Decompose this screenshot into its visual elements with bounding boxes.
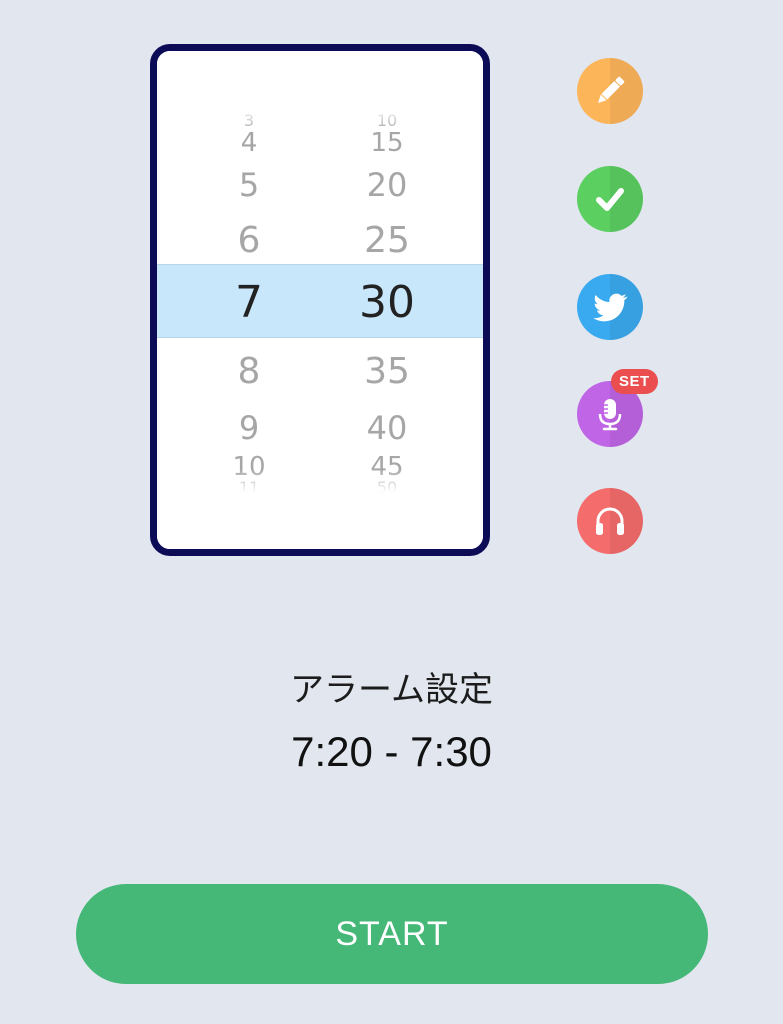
minute-option[interactable]: 20: [307, 169, 467, 201]
edit-button[interactable]: [577, 58, 643, 124]
hour-option[interactable]: 11: [169, 480, 329, 496]
twitter-bird-icon: [593, 293, 628, 322]
check-button[interactable]: [577, 166, 643, 232]
start-button[interactable]: START: [76, 884, 708, 984]
alarm-time-range: 7:20 - 7:30: [291, 728, 492, 775]
minute-option[interactable]: 25: [307, 223, 467, 259]
minute-option[interactable]: 40: [307, 412, 467, 444]
hour-option[interactable]: 9: [169, 412, 329, 444]
headphones-icon: [596, 507, 624, 535]
sound-button[interactable]: [577, 488, 643, 554]
alarm-screen: 3 4 5 6 7 8 9 10 11 10 15 20 25 30 35 40…: [0, 0, 783, 1024]
microphone-icon: [598, 399, 622, 431]
minute-wheel[interactable]: 10 15 20 25 30 35 40 45 50: [307, 51, 467, 549]
hour-option[interactable]: 8: [169, 354, 329, 390]
hour-wheel[interactable]: 3 4 5 6 7 8 9 10 11: [169, 51, 329, 549]
voice-set-badge: SET: [611, 369, 658, 394]
hour-option[interactable]: 6: [169, 223, 329, 259]
hour-option[interactable]: 4: [169, 130, 329, 156]
twitter-button[interactable]: [577, 274, 643, 340]
check-icon: [596, 188, 624, 211]
pencil-icon: [597, 76, 625, 104]
selected-hour[interactable]: 7: [169, 281, 329, 325]
hour-option[interactable]: 10: [169, 454, 329, 480]
alarm-setting-label: アラーム設定: [290, 670, 493, 710]
minute-option[interactable]: 45: [307, 454, 467, 480]
hour-option[interactable]: 3: [169, 113, 329, 129]
minute-option[interactable]: 35: [307, 354, 467, 390]
minute-option[interactable]: 50: [307, 480, 467, 496]
minute-option[interactable]: 15: [307, 130, 467, 156]
minute-option[interactable]: 10: [307, 113, 467, 129]
selected-minute[interactable]: 30: [307, 281, 467, 325]
time-picker[interactable]: 3 4 5 6 7 8 9 10 11 10 15 20 25 30 35 40…: [150, 44, 490, 556]
hour-option[interactable]: 5: [169, 169, 329, 201]
